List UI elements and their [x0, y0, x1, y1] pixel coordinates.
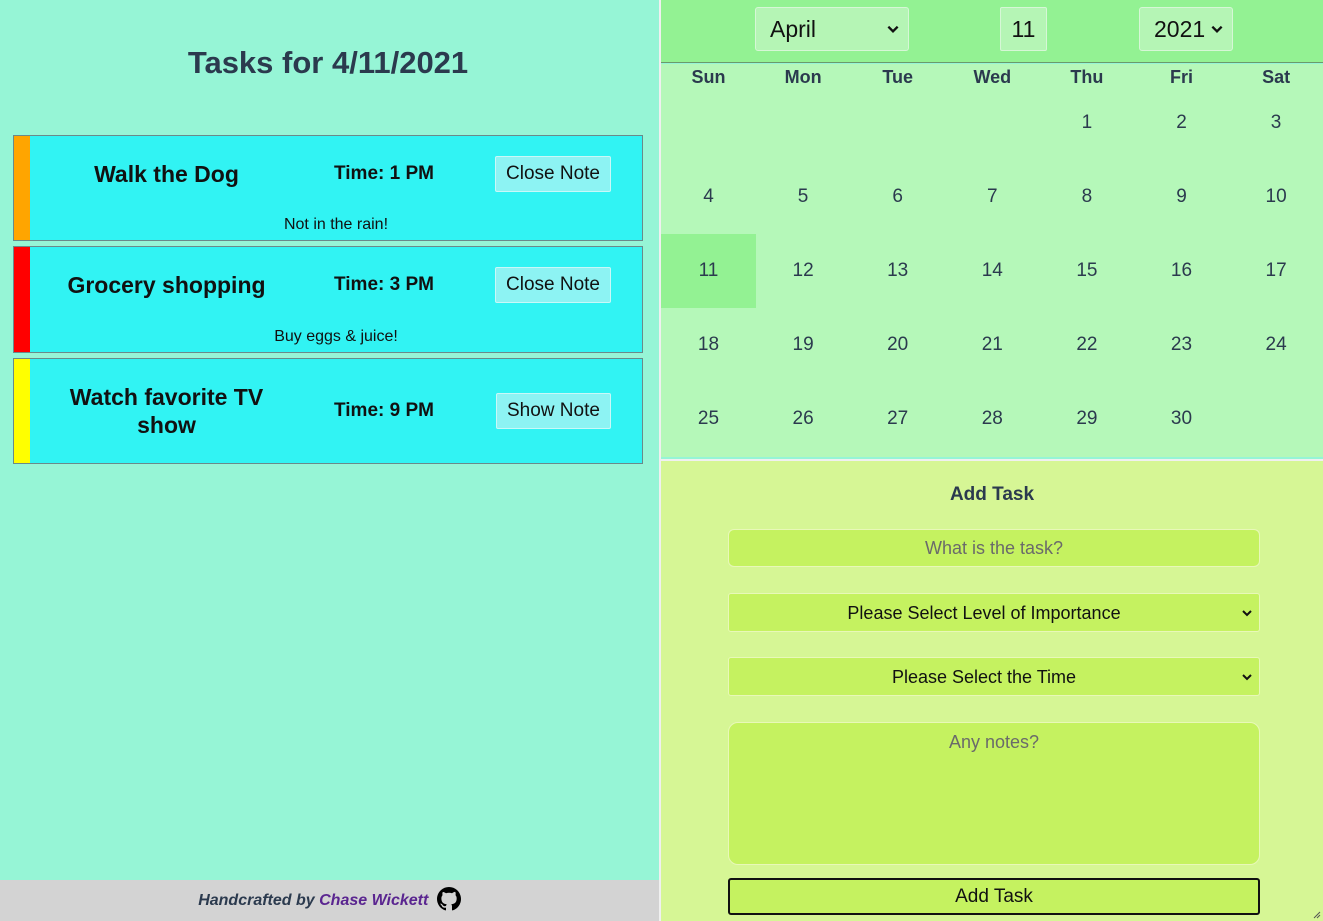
- calendar-day[interactable]: 26: [756, 382, 851, 456]
- calendar-day[interactable]: 27: [850, 382, 945, 456]
- calendar-day[interactable]: 16: [1134, 234, 1229, 308]
- calendar-day[interactable]: 18: [661, 308, 756, 382]
- task-card-walk-the-dog: Walk the Dog Time: 1 PM Close Note Not i…: [13, 135, 643, 241]
- weekday-header: Fri: [1169, 67, 1193, 87]
- author-link[interactable]: Chase Wickett: [319, 892, 428, 909]
- calendar-day[interactable]: 15: [1039, 234, 1134, 308]
- day-input[interactable]: 11: [1000, 7, 1047, 51]
- importance-stripe: [14, 359, 30, 463]
- footer-prefix: Handcrafted by: [198, 892, 315, 909]
- task-note: Not in the rain!: [283, 216, 389, 233]
- footer: Handcrafted by Chase Wickett: [0, 880, 659, 921]
- calendar-day[interactable]: 29: [1039, 382, 1134, 456]
- calendar-day[interactable]: 24: [1229, 308, 1323, 382]
- calendar-panel: April 11 2021 Sun Mon Tue Wed Thu Fri Sat 1 2 3 4 5…: [661, 0, 1323, 921]
- weekday-header: Sat: [1262, 67, 1291, 87]
- time-select-value: Please Select the Time: [891, 667, 1077, 687]
- weekday-header: Tue: [882, 67, 914, 87]
- importance-stripe: [14, 136, 30, 240]
- calendar-day[interactable]: 5: [756, 160, 851, 234]
- calendar-day[interactable]: 13: [850, 234, 945, 308]
- weekday-header: Sun: [691, 67, 726, 87]
- calendar-day[interactable]: 2: [1134, 86, 1229, 160]
- toggle-note-button[interactable]: Close Note: [495, 267, 611, 303]
- calendar-day[interactable]: 21: [945, 308, 1040, 382]
- chevron-down-icon: [1242, 674, 1252, 681]
- calendar-header: April 11 2021: [661, 0, 1323, 63]
- calendar-day[interactable]: 25: [661, 382, 756, 456]
- importance-stripe: [14, 247, 30, 352]
- chevron-down-icon: [1211, 25, 1223, 33]
- add-task-button[interactable]: Add Task: [728, 878, 1260, 915]
- month-value: April: [770, 16, 817, 42]
- calendar-day[interactable]: 12: [756, 234, 851, 308]
- task-card-grocery-shopping: Grocery shopping Time: 3 PM Close Note B…: [13, 246, 643, 353]
- calendar-day[interactable]: 14: [945, 234, 1040, 308]
- year-value: 2021: [1154, 16, 1206, 42]
- calendar-day[interactable]: 9: [1134, 160, 1229, 234]
- task-name: Watch favorite TV show: [69, 384, 264, 438]
- calendar-day[interactable]: 7: [945, 160, 1040, 234]
- calendar-day[interactable]: 4: [661, 160, 756, 234]
- task-card-watch-tv: Watch favorite TV show Time: 9 PM Show N…: [13, 358, 643, 464]
- chevron-down-icon: [1242, 610, 1252, 617]
- task-time: Time: 3 PM: [334, 274, 434, 295]
- toggle-note-button[interactable]: Show Note: [496, 393, 611, 429]
- calendar-day[interactable]: 28: [945, 382, 1040, 456]
- add-task-title: Add Task: [949, 484, 1035, 505]
- year-select[interactable]: 2021: [1139, 7, 1233, 51]
- calendar-day[interactable]: 6: [850, 160, 945, 234]
- calendar-day[interactable]: 3: [1229, 86, 1323, 160]
- toggle-note-button[interactable]: Close Note: [495, 156, 611, 192]
- notes-textarea[interactable]: Any notes?: [728, 722, 1260, 865]
- task-time: Time: 9 PM: [334, 400, 434, 421]
- calendar-day[interactable]: 23: [1134, 308, 1229, 382]
- task-name-input[interactable]: What is the task?: [728, 529, 1260, 567]
- task-name: Grocery shopping: [67, 272, 266, 298]
- chevron-down-icon: [887, 25, 899, 33]
- task-time: Time: 1 PM: [334, 163, 434, 184]
- calendar-day[interactable]: 22: [1039, 308, 1134, 382]
- task-name: Walk the Dog: [94, 161, 239, 187]
- weekday-header: Thu: [1070, 67, 1104, 87]
- add-task-form: Add Task What is the task? Please Select…: [661, 459, 1323, 921]
- github-icon[interactable]: [436, 886, 461, 911]
- calendar-day[interactable]: 19: [756, 308, 851, 382]
- calendar-day[interactable]: 1: [1039, 86, 1134, 160]
- calendar-grid: Sun Mon Tue Wed Thu Fri Sat 1 2 3 4 5 6 7 8 9 10 11 12 13 14…: [661, 64, 1323, 457]
- importance-select-value: Please Select Level of Importance: [847, 603, 1121, 623]
- resize-handle-icon[interactable]: [1311, 909, 1321, 919]
- time-select[interactable]: Please Select the Time: [728, 657, 1260, 696]
- weekday-header: Wed: [973, 67, 1012, 87]
- calendar-day[interactable]: 8: [1039, 160, 1134, 234]
- month-select[interactable]: April: [755, 7, 909, 51]
- importance-select[interactable]: Please Select Level of Importance: [728, 593, 1260, 632]
- calendar-day[interactable]: 30: [1134, 382, 1229, 456]
- task-note: Buy eggs & juice!: [274, 328, 398, 345]
- calendar-day-selected[interactable]: 11: [661, 234, 756, 308]
- calendar-day[interactable]: 17: [1229, 234, 1323, 308]
- page-title: Tasks for 4/11/2021: [187, 45, 469, 80]
- tasks-panel: Tasks for 4/11/2021 Walk the Dog Time: 1…: [0, 0, 659, 921]
- calendar-day[interactable]: 10: [1229, 160, 1323, 234]
- weekday-header: Mon: [784, 67, 822, 87]
- calendar-day[interactable]: 20: [850, 308, 945, 382]
